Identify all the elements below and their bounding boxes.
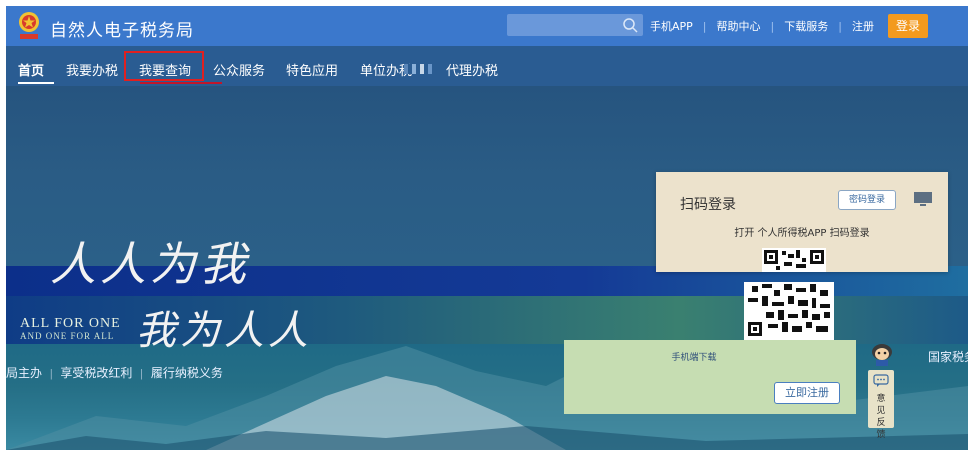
help-center-link[interactable]: 帮助中心 (713, 18, 765, 34)
mobile-app-link[interactable]: 手机APP (646, 18, 697, 34)
nav-home[interactable]: 首页 (18, 60, 44, 79)
highlight-box (124, 51, 204, 81)
nav-tax-handling[interactable]: 我要办税 (66, 60, 118, 79)
feedback-button[interactable]: 意见反馈 (868, 370, 894, 440)
scan-instruction: 打开 个人所得税APP 扫码登录 (734, 228, 870, 239)
qr-code-top (762, 248, 826, 272)
search-input[interactable] (507, 14, 643, 36)
qr-login-card-lower: 手机端下载 立即注册 (564, 340, 856, 414)
card-title: 扫码登录 (680, 197, 736, 213)
tagline-item: 享受税改红利 (60, 366, 133, 380)
divider: | (140, 366, 143, 380)
top-bar: 自然人电子税务局 手机APP | 帮助中心 | 下载服务 | 注册 登录 (6, 6, 968, 46)
qr-login-card: 扫码登录 密码登录 打开 个人所得税APP 扫码登录 (656, 172, 948, 272)
chat-icon (873, 374, 889, 387)
divider: | (50, 366, 53, 380)
slogan-line-1: 人人为我 (50, 237, 250, 291)
site-title[interactable]: 自然人电子税务局 (50, 16, 194, 41)
browser-viewport: 自然人电子税务局 手机APP | 帮助中心 | 下载服务 | 注册 登录 首页 … (6, 6, 968, 450)
hover-indicator (140, 82, 222, 84)
nav-public-service[interactable]: 公众服务 (213, 60, 265, 79)
active-tab-indicator (18, 82, 54, 84)
register-now-button[interactable]: 立即注册 (774, 382, 840, 404)
nav-agent-tax[interactable]: 代理办税 (446, 60, 498, 79)
tagline: 局主办 | 享受税改红利 | 履行纳税义务 (6, 364, 223, 381)
search-icon[interactable] (621, 16, 639, 34)
slogan-line-2: 我为人人 (136, 308, 312, 354)
divider: | (702, 19, 707, 33)
render-artifact (404, 64, 444, 74)
nav-special-apps[interactable]: 特色应用 (286, 60, 338, 79)
hero-banner: 人人为我 ALL FOR ONE AND ONE FOR ALL 我为人人 局主… (6, 86, 968, 450)
emblem-icon (19, 12, 39, 39)
qr-code-bottom (744, 282, 834, 340)
main-nav: 首页 我要办税 我要查询 公众服务 特色应用 单位办税 代理办税 (6, 46, 968, 86)
divider: | (838, 19, 842, 33)
password-login-button[interactable]: 密码登录 (838, 190, 896, 210)
tagline-item: 局主办 (6, 366, 43, 380)
slogan-english-2: AND ONE FOR ALL (20, 331, 115, 341)
login-button[interactable]: 登录 (888, 14, 928, 38)
download-service-link[interactable]: 下载服务 (780, 18, 832, 34)
top-links: 手机APP | 帮助中心 | 下载服务 | 注册 (646, 6, 878, 46)
banner-right-text: 国家税务 (928, 350, 968, 364)
monitor-icon[interactable] (912, 190, 934, 208)
slogan-english-1: ALL FOR ONE (20, 316, 121, 331)
feedback-label: 意见反馈 (876, 394, 886, 440)
register-link[interactable]: 注册 (848, 18, 878, 34)
mobile-download-label[interactable]: 手机端下载 (564, 350, 824, 363)
mascot-icon (872, 344, 892, 366)
tagline-item: 履行纳税义务 (150, 366, 223, 380)
divider: | (770, 19, 775, 33)
